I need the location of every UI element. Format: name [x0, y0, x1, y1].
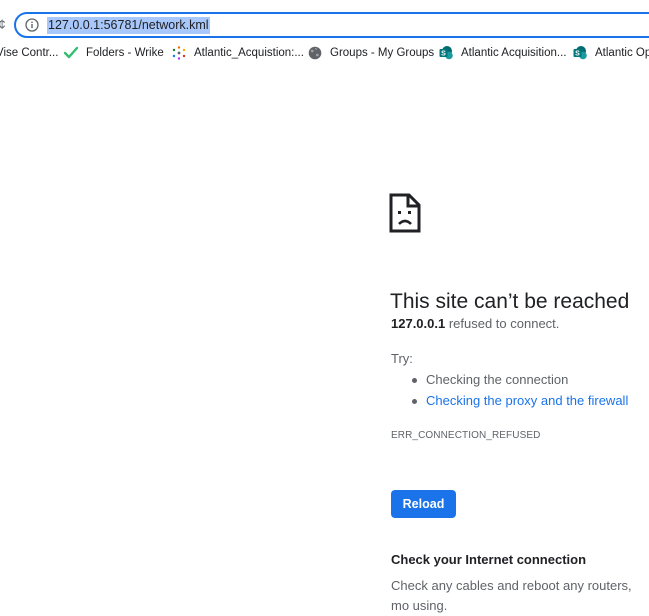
bookmark-atlantic-acquisition[interactable]: S Atlantic Acquisition... — [439, 42, 567, 64]
bookmarks-bar: Vise Contr... Folders - Wrike Atlantic_A… — [0, 42, 649, 64]
svg-text:S: S — [575, 51, 580, 58]
bookmark-label: Atlantic Op — [595, 47, 649, 59]
bookmark-folders-wrike[interactable]: Folders - Wrike — [64, 42, 164, 64]
error-message: 127.0.0.1 refused to connect. — [391, 315, 559, 333]
bookmark-atlantic-acquistion[interactable]: Atlantic_Acquistion:... — [172, 42, 304, 64]
proxy-firewall-link[interactable]: Checking the proxy and the firewall — [391, 391, 628, 412]
details-body: Check any cables and reboot any routers,… — [391, 578, 632, 613]
browser-chrome: ¢ 127.0.0.1:56781/network.kml Vise Contr… — [0, 0, 649, 68]
svg-text:S: S — [441, 51, 446, 58]
bookmark-label: Atlantic Acquisition... — [461, 47, 567, 59]
suggestions-list: Checking the connection Checking the pro… — [391, 370, 628, 412]
sharepoint-icon: S — [439, 46, 453, 60]
address-bar[interactable]: 127.0.0.1:56781/network.kml — [14, 12, 649, 38]
sharepoint-icon: S — [573, 46, 587, 60]
error-host: 127.0.0.1 — [391, 316, 446, 331]
dots-burst-icon — [172, 46, 186, 60]
error-code: ERR_CONNECTION_REFUSED — [391, 430, 541, 441]
sad-page-icon — [389, 193, 421, 233]
bookmark-vise-contr[interactable]: Vise Contr... — [0, 42, 59, 64]
bookmark-label: Vise Contr... — [0, 47, 59, 59]
reload-button[interactable]: Reload — [391, 490, 456, 518]
bookmark-label: Folders - Wrike — [86, 47, 164, 59]
details-heading: Check your Internet connection — [391, 552, 587, 567]
error-title: This site can’t be reached — [390, 290, 630, 314]
suggestion-item: Checking the connection — [391, 370, 628, 391]
wrike-check-icon — [64, 46, 78, 59]
reload-nav-icon[interactable]: ¢ — [0, 15, 6, 33]
try-label: Try: — [391, 351, 413, 366]
globe-icon — [308, 46, 322, 60]
error-message-suffix: refused to connect. — [445, 316, 560, 331]
bookmark-label: Groups - My Groups — [330, 47, 435, 59]
url-text[interactable]: 127.0.0.1:56781/network.kml — [47, 17, 210, 34]
info-icon[interactable] — [25, 18, 39, 32]
bookmark-atlantic-op[interactable]: S Atlantic Op — [573, 42, 649, 64]
bookmark-label: Atlantic_Acquistion:... — [194, 47, 304, 59]
bookmark-groups[interactable]: Groups - My Groups — [308, 42, 435, 64]
